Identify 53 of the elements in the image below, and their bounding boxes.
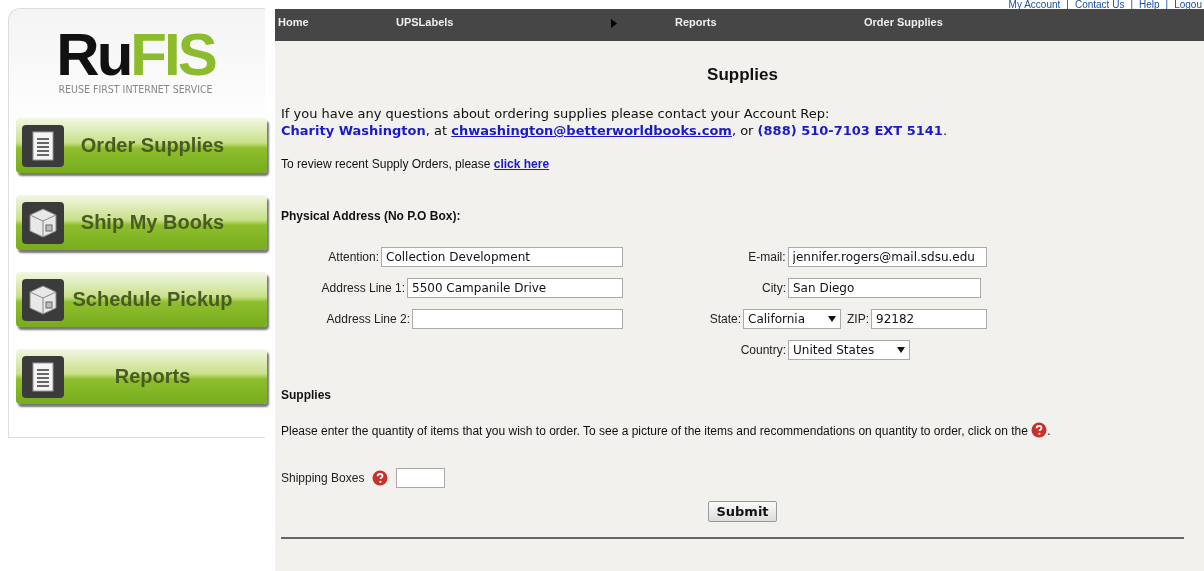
input-field[interactable]: 5500 Campanile Drive: [407, 278, 623, 298]
field-label: City:: [761, 281, 786, 295]
field-label: State:: [708, 312, 742, 326]
help-icon[interactable]: [372, 470, 389, 486]
document-icon: [32, 130, 54, 161]
select-field[interactable]: United States: [788, 340, 910, 360]
logo-tagline: REUSE FIRST INTERNET SERVICE: [58, 83, 213, 96]
field-label: E-mail:: [747, 250, 786, 264]
page-title: Supplies: [707, 65, 778, 85]
top-link[interactable]: Logou: [1174, 0, 1202, 9]
field-label: Shipping Boxes: [281, 471, 365, 485]
field-label: ZIP:: [847, 312, 869, 326]
dropdown-arrow-icon: [828, 316, 836, 322]
field-label: Attention:: [328, 250, 379, 264]
submit-button[interactable]: Submit: [708, 501, 777, 522]
input-field[interactable]: San Diego: [788, 278, 981, 298]
input-field[interactable]: jennifer.rogers@mail.sdsu.edu: [787, 247, 987, 267]
top-link[interactable]: Help: [1139, 0, 1160, 9]
input-field[interactable]: [412, 309, 623, 329]
input-field[interactable]: Collection Development: [381, 247, 623, 267]
sidebar-button[interactable]: Order Supplies: [16, 118, 267, 173]
sidebar-button[interactable]: Ship My Books: [16, 195, 267, 250]
nav-link[interactable]: UPSLabels: [393, 16, 454, 28]
top-link[interactable]: Contact Us: [1074, 0, 1125, 9]
document-icon: [32, 361, 54, 392]
contact-paragraph: If you have any questions about ordering supplies please contact your Account Rep: Charity Washington, at chwashington@betterworldbooks.com, or (888) 510-7103 EXT 5141.: [281, 105, 948, 139]
nav-link[interactable]: Home: [275, 16, 309, 28]
review-text: To review recent Supply Orders, please click here: [281, 157, 551, 171]
section-heading: Supplies: [281, 388, 332, 402]
instructions-text: Please enter the quantity of items that you wish to order. To see a picture of the items and recommendations on quantity to order, click on the .: [281, 422, 1052, 440]
nav-link[interactable]: Reports: [672, 16, 717, 28]
select-field[interactable]: California: [743, 309, 841, 329]
sidebar-button[interactable]: Reports: [16, 349, 267, 404]
section-heading: Physical Address (No P.O Box):: [281, 209, 462, 223]
arrow-icon[interactable]: [611, 19, 617, 28]
nav-link[interactable]: Order Supplies: [861, 16, 943, 28]
field-label: Address Line 1:: [321, 281, 405, 295]
logo: RuFIS: [56, 29, 215, 81]
box-icon: [29, 284, 57, 315]
field-label: Address Line 2:: [326, 312, 410, 326]
separator: |: [1066, 0, 1069, 9]
click-here-link[interactable]: click here: [493, 157, 550, 171]
input-field[interactable]: 92182: [871, 309, 987, 329]
field-label: Country:: [739, 343, 786, 357]
email-link[interactable]: chwashington@betterworldbooks.com: [451, 123, 732, 138]
separator: |: [1165, 0, 1169, 9]
quantity-field[interactable]: [396, 468, 446, 488]
top-link[interactable]: My Account: [1008, 0, 1061, 9]
help-icon: [1031, 422, 1048, 438]
sidebar-button[interactable]: Schedule Pickup: [16, 272, 267, 327]
separator: |: [1130, 0, 1133, 9]
box-icon: [29, 207, 57, 238]
dropdown-arrow-icon: [897, 347, 905, 353]
